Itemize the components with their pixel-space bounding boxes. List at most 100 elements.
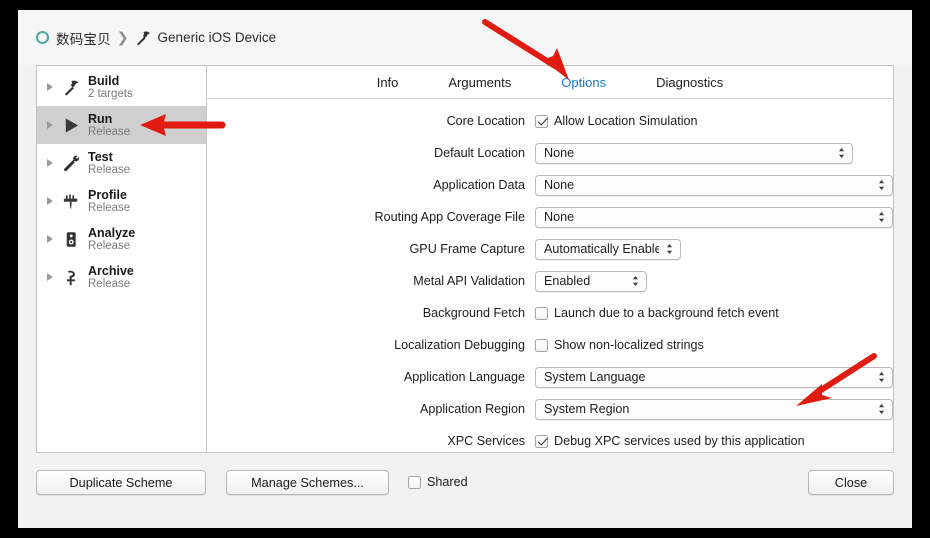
disclosure-triangle-icon[interactable]	[47, 83, 53, 91]
tab-bar: Info Arguments Options Diagnostics	[207, 66, 893, 99]
localization-debugging-checkbox-label: Show non-localized strings	[554, 338, 704, 352]
disclosure-triangle-icon[interactable]	[47, 273, 53, 281]
application-language-popup[interactable]: System Language	[535, 366, 893, 388]
allow-location-simulation-checkbox[interactable]	[535, 114, 548, 128]
sidebar-item-detail: Release	[88, 125, 131, 138]
row-default-location: Default Location None	[207, 142, 893, 164]
disclosure-triangle-icon[interactable]	[47, 197, 53, 205]
sidebar-item-analyze[interactable]: Analyze Release	[37, 220, 206, 258]
chevron-up-down-icon	[837, 146, 846, 160]
gpu-frame-capture-label: GPU Frame Capture	[409, 242, 525, 256]
options-form: Core Location Allow Location Simulation …	[207, 99, 893, 452]
sidebar-item-detail: Release	[88, 239, 131, 252]
metal-api-validation-value: Enabled	[544, 274, 591, 288]
shared-checkbox-group: Shared	[408, 475, 468, 489]
application-data-popup[interactable]: None	[535, 174, 893, 196]
gpu-frame-capture-value: Automatically Enabled	[544, 242, 659, 256]
row-application-data: Application Data None	[207, 174, 893, 196]
tab-options[interactable]: Options	[561, 75, 606, 90]
metal-api-validation-label: Metal API Validation	[413, 274, 525, 288]
duplicate-scheme-button[interactable]: Duplicate Scheme	[36, 470, 206, 495]
disclosure-triangle-icon[interactable]	[47, 159, 53, 167]
routing-app-coverage-value: None	[544, 210, 575, 224]
chevron-up-down-icon	[877, 402, 886, 416]
row-routing-app-coverage: Routing App Coverage File None	[207, 206, 893, 228]
chevron-up-down-icon	[877, 178, 886, 192]
breadcrumb-project[interactable]: 数码宝贝	[56, 28, 111, 48]
sidebar-item-detail: 2 targets	[88, 87, 133, 100]
disclosure-triangle-icon[interactable]	[47, 121, 53, 129]
core-location-label: Core Location	[446, 114, 525, 128]
scheme-action-list: Build 2 targets Run Release Test Release…	[37, 66, 207, 452]
localization-debugging-label: Localization Debugging	[394, 338, 525, 352]
application-region-popup[interactable]: System Region	[535, 398, 893, 420]
row-metal-api-validation: Metal API Validation Enabled	[207, 270, 893, 292]
sidebar-item-label: Build	[88, 73, 120, 88]
row-gpu-frame-capture: GPU Frame Capture Automatically Enabled	[207, 238, 893, 260]
scheme-editor-window: 数码宝贝 ❯ Generic iOS Device Build 2 target…	[18, 10, 912, 528]
row-core-location: Core Location Allow Location Simulation	[207, 110, 893, 132]
sidebar-item-profile[interactable]: Profile Release	[37, 182, 206, 220]
default-location-label: Default Location	[433, 146, 525, 160]
sidebar-item-test[interactable]: Test Release	[37, 144, 206, 182]
analyze-icon	[61, 228, 81, 250]
sidebar-item-label: Test	[88, 149, 113, 164]
sidebar-item-detail: Release	[88, 201, 131, 214]
localization-debugging-checkbox[interactable]	[535, 338, 548, 352]
background-fetch-label: Background Fetch	[422, 306, 525, 320]
sidebar-item-build[interactable]: Build 2 targets	[37, 68, 206, 106]
sidebar-item-label: Run	[88, 111, 113, 126]
chevron-up-down-icon	[877, 370, 886, 384]
allow-location-simulation-label: Allow Location Simulation	[554, 114, 698, 128]
sidebar-item-detail: Release	[88, 163, 131, 176]
scheme-editor-panel: Build 2 targets Run Release Test Release…	[36, 65, 894, 453]
routing-app-coverage-popup[interactable]: None	[535, 206, 893, 228]
breadcrumb: 数码宝贝 ❯ Generic iOS Device	[18, 10, 912, 65]
sidebar-item-label: Archive	[88, 263, 134, 278]
hammer-icon	[135, 30, 152, 46]
chevron-up-down-icon	[877, 210, 886, 224]
default-location-popup[interactable]: None	[535, 142, 853, 164]
play-icon	[61, 114, 81, 136]
application-region-value: System Region	[544, 402, 630, 416]
background-fetch-checkbox-label: Launch due to a background fetch event	[554, 306, 779, 320]
application-data-value: None	[544, 178, 575, 192]
row-background-fetch: Background Fetch Launch due to a backgro…	[207, 302, 893, 324]
shared-label: Shared	[427, 475, 468, 489]
application-language-value: System Language	[544, 370, 646, 384]
archive-icon	[61, 266, 81, 288]
sidebar-item-run[interactable]: Run Release	[37, 106, 206, 144]
scheme-detail-pane: Info Arguments Options Diagnostics Core …	[207, 66, 893, 452]
xpc-services-checkbox-label: Debug XPC services used by this applicat…	[554, 434, 805, 448]
close-button[interactable]: Close	[808, 470, 894, 495]
dialog-footer: Duplicate Scheme Manage Schemes... Share…	[18, 453, 912, 528]
disclosure-triangle-icon[interactable]	[47, 235, 53, 243]
shared-checkbox[interactable]	[408, 475, 421, 489]
row-application-language: Application Language System Language	[207, 366, 893, 388]
chevron-up-down-icon	[631, 274, 640, 288]
breadcrumb-separator: ❯	[116, 29, 129, 45]
default-location-value: None	[544, 146, 575, 160]
metal-api-validation-popup[interactable]: Enabled	[535, 270, 647, 292]
sidebar-item-label: Profile	[88, 187, 127, 202]
routing-app-coverage-label: Routing App Coverage File	[374, 210, 525, 224]
sidebar-item-archive[interactable]: Archive Release	[37, 258, 206, 296]
tab-arguments[interactable]: Arguments	[448, 75, 511, 90]
xpc-services-checkbox[interactable]	[535, 434, 548, 448]
row-application-region: Application Region System Region	[207, 398, 893, 420]
manage-schemes-button[interactable]: Manage Schemes...	[226, 470, 389, 495]
breadcrumb-device[interactable]: Generic iOS Device	[158, 30, 277, 45]
gpu-frame-capture-popup[interactable]: Automatically Enabled	[535, 238, 681, 260]
sidebar-item-label: Analyze	[88, 225, 136, 240]
gauge-icon	[61, 190, 81, 212]
row-xpc-services: XPC Services Debug XPC services used by …	[207, 430, 893, 452]
sidebar-item-detail: Release	[88, 277, 131, 290]
tab-diagnostics[interactable]: Diagnostics	[656, 75, 723, 90]
background-fetch-checkbox[interactable]	[535, 306, 548, 320]
application-language-label: Application Language	[403, 370, 525, 384]
wrench-icon	[61, 152, 81, 174]
circle-outline-icon	[36, 31, 49, 44]
xpc-services-label: XPC Services	[447, 434, 525, 448]
application-region-label: Application Region	[419, 402, 525, 416]
tab-info[interactable]: Info	[377, 75, 399, 90]
